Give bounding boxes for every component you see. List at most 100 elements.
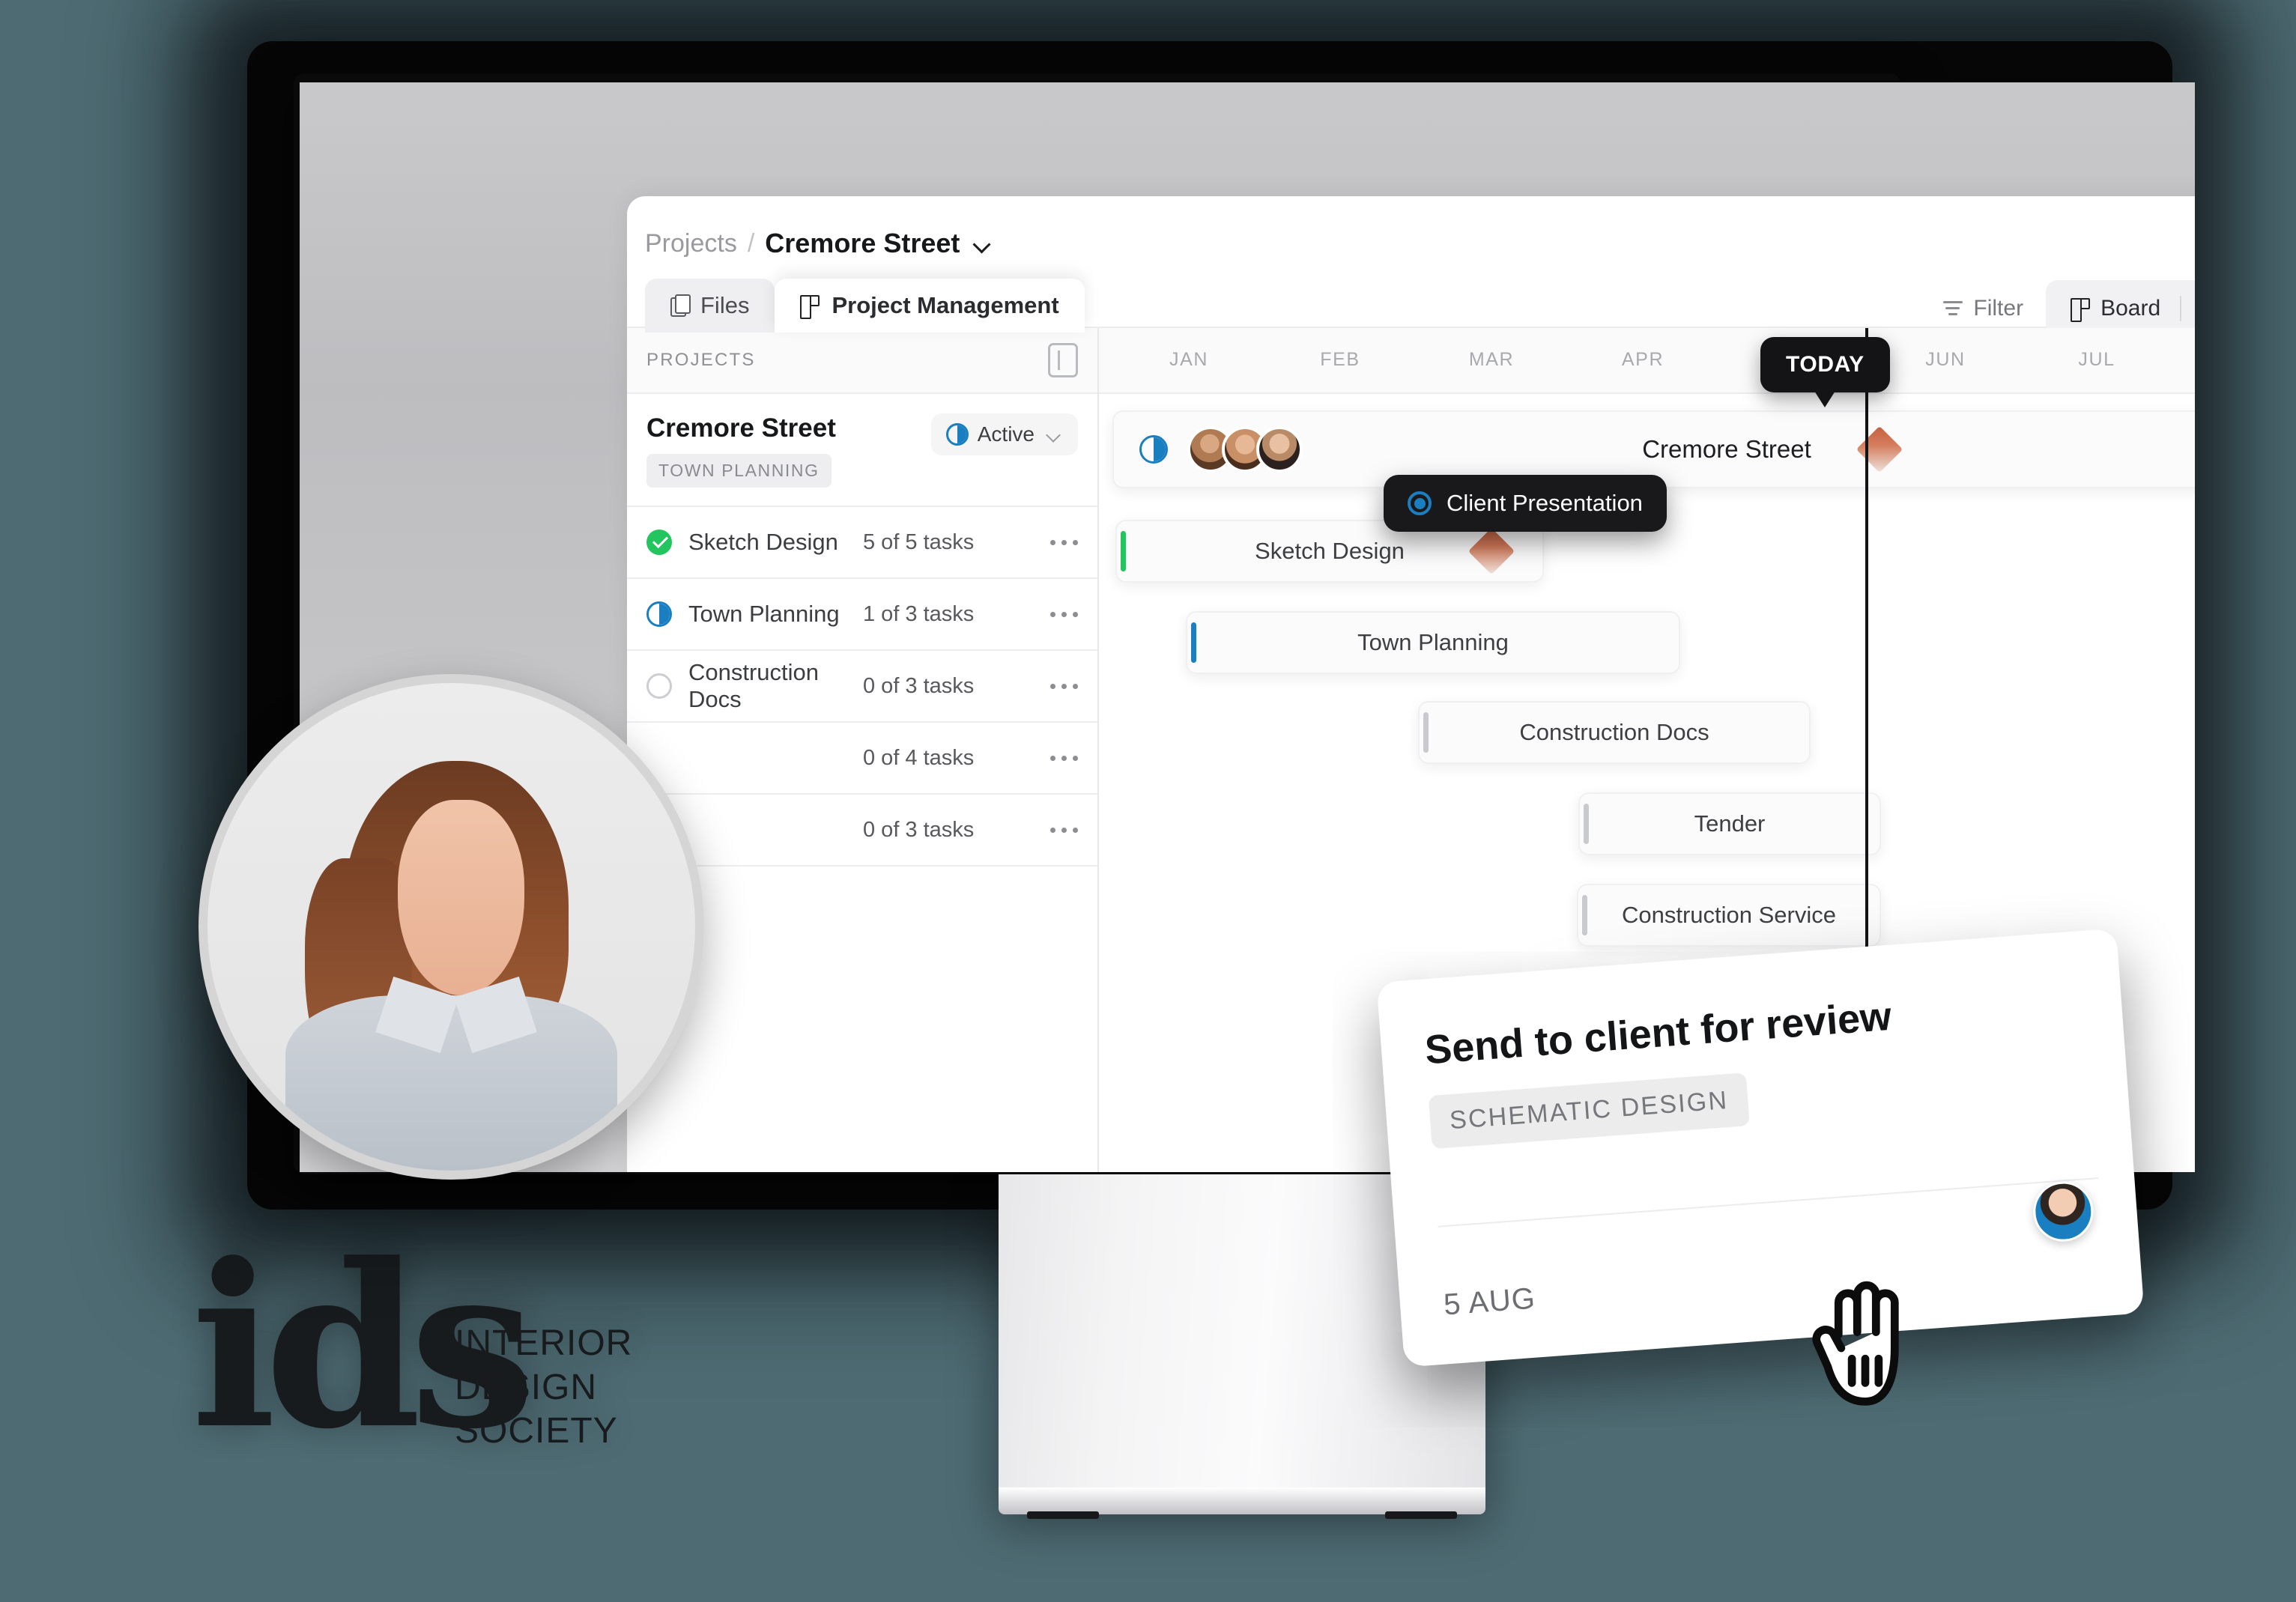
board-icon [2071,298,2091,322]
monitor-stand-foot [999,1487,1485,1519]
breadcrumb-root[interactable]: Projects [645,229,737,258]
sidebar-project-name: Cremore Street [646,413,836,443]
timeline-bar-label: Town Planning [1357,629,1509,655]
more-horizontal-icon[interactable] [1050,539,1078,545]
sidebar-header-label: PROJECTS [646,350,756,370]
bar-edge-marker [1121,531,1126,571]
task-name: Town Planning [688,601,840,627]
view-board-button[interactable]: Board [2051,285,2180,332]
status-badge-label: Active [977,422,1035,446]
tab-project-management[interactable]: Project Management [775,279,1085,333]
task-name: Sketch Design [688,529,838,555]
breadcrumb-separator: / [747,228,755,258]
sidebar-project-meta: Cremore Street TOWN PLANNING [646,413,836,488]
list-item[interactable]: Construction Docs 0 of 3 tasks [627,651,1097,723]
view-board-label: Board [2100,296,2161,321]
status-todo-icon [646,673,672,699]
half-circle-icon [945,423,969,446]
sidebar-header: PROJECTS [627,328,1097,394]
month-label: JUL [2078,349,2115,370]
task-count: 0 of 4 tasks [863,745,975,770]
bar-edge-marker [1582,895,1587,935]
more-horizontal-icon[interactable] [1050,755,1078,761]
filter-icon [1943,300,1963,317]
portrait-shirt [285,995,617,1171]
task-tooltip[interactable]: Client Presentation [1384,475,1667,532]
sidebar-project-tag: TOWN PLANNING [646,454,832,488]
ids-logo: ids INTERIOR DESIGN SOCIETY [191,1234,775,1509]
chevron-down-icon [1046,430,1063,439]
tab-files[interactable]: Files [645,279,775,333]
bar-edge-marker [1584,804,1589,844]
month-label: FEB [1320,349,1360,370]
grab-hand-cursor-icon [1812,1281,1899,1406]
list-item[interactable]: 0 of 4 tasks [627,723,1097,795]
task-name: Construction Docs [688,659,820,712]
floating-task-card[interactable]: Send to client for review SCHEMATIC DESI… [1376,928,2145,1368]
projects-sidebar: PROJECTS Cremore Street TOWN PLANNING Ac… [627,328,1099,1172]
more-horizontal-icon[interactable] [1050,683,1078,689]
timeline-bar-label: Tender [1694,810,1766,837]
task-count: 0 of 3 tasks [863,673,975,698]
radio-filled-icon [1408,491,1432,515]
month-label: JAN [1169,349,1209,370]
more-horizontal-icon[interactable] [1050,827,1078,833]
presenter-portrait [199,674,704,1180]
task-count: 0 of 3 tasks [863,817,975,842]
list-item[interactable]: Sketch Design 5 of 5 tasks [627,507,1097,579]
today-badge: TODAY [1760,337,1890,392]
left-panel-collapse-icon[interactable] [1048,343,1078,377]
breadcrumb-current[interactable]: Cremore Street [765,228,960,259]
floating-card-title: Send to client for review [1423,993,1893,1073]
stand-pad-left [1027,1511,1099,1519]
status-done-icon [646,530,672,555]
sidebar-project-header: Cremore Street TOWN PLANNING Active [627,394,1097,507]
task-tooltip-label: Client Presentation [1447,490,1643,516]
task-count: 5 of 5 tasks [863,530,975,554]
month-label: MAR [1468,349,1515,370]
avatar[interactable] [2031,1179,2096,1244]
chevron-down-icon[interactable] [973,238,993,249]
timeline-bar-label: Sketch Design [1255,538,1405,564]
ids-logo-line1: INTERIOR [455,1323,633,1363]
month-label: JUN [1925,349,1966,370]
app-topbar: Projects / Cremore Street Files Project … [627,196,2195,337]
timeline-bar-label: Construction Service [1621,902,1836,928]
more-horizontal-icon[interactable] [1050,611,1078,617]
diamond-milestone-icon[interactable] [1467,527,1515,575]
files-icon [670,294,691,317]
view-list-button[interactable]: List [2181,285,2195,332]
filter-button[interactable]: Filter [1943,296,2023,321]
tab-project-management-label: Project Management [832,292,1059,318]
board-icon [800,295,820,319]
tab-files-label: Files [700,292,750,318]
divider [1438,1177,2099,1228]
timeline-bar-title: Cremore Street [1642,435,1811,463]
timeline-bar-town-planning[interactable]: Town Planning [1186,611,1680,674]
bar-edge-marker [1191,622,1196,663]
timeline-bar-construction-service[interactable]: Construction Service [1577,884,1881,947]
screenshot-canvas: Projects / Cremore Street Files Project … [0,0,2296,1602]
status-in-progress-icon [646,601,672,627]
breadcrumb: Projects / Cremore Street [645,228,993,259]
portrait-face [397,800,525,995]
stand-pad-right [1385,1511,1457,1519]
status-badge[interactable]: Active [930,413,1078,455]
tab-bar: Files Project Management [645,279,1085,333]
bar-edge-marker [1423,712,1429,753]
timeline-bar-label: Construction Docs [1519,719,1709,745]
ids-logo-line2: DESIGN [455,1367,598,1407]
timeline-month-header: JAN FEB MAR APR MAY JUN JUL AUG SEP [1099,328,2195,394]
month-label: APR [1621,349,1665,370]
timeline-bar-construction-docs[interactable]: Construction Docs [1418,701,1811,764]
task-count: 1 of 3 tasks [863,601,975,626]
floating-card-date: 5 AUG [1442,1281,1537,1322]
list-item[interactable]: Town Planning 1 of 3 tasks [627,579,1097,651]
timeline-bar-tender[interactable]: Tender [1578,792,1881,855]
ids-logo-line3: SOCIETY [455,1411,618,1451]
diamond-milestone-icon[interactable] [1856,425,1903,473]
floating-card-tag: SCHEMATIC DESIGN [1428,1072,1750,1150]
filter-label: Filter [1973,296,2024,321]
list-item[interactable]: 0 of 3 tasks [627,795,1097,867]
ids-logo-tagline: INTERIOR DESIGN SOCIETY [455,1322,632,1454]
